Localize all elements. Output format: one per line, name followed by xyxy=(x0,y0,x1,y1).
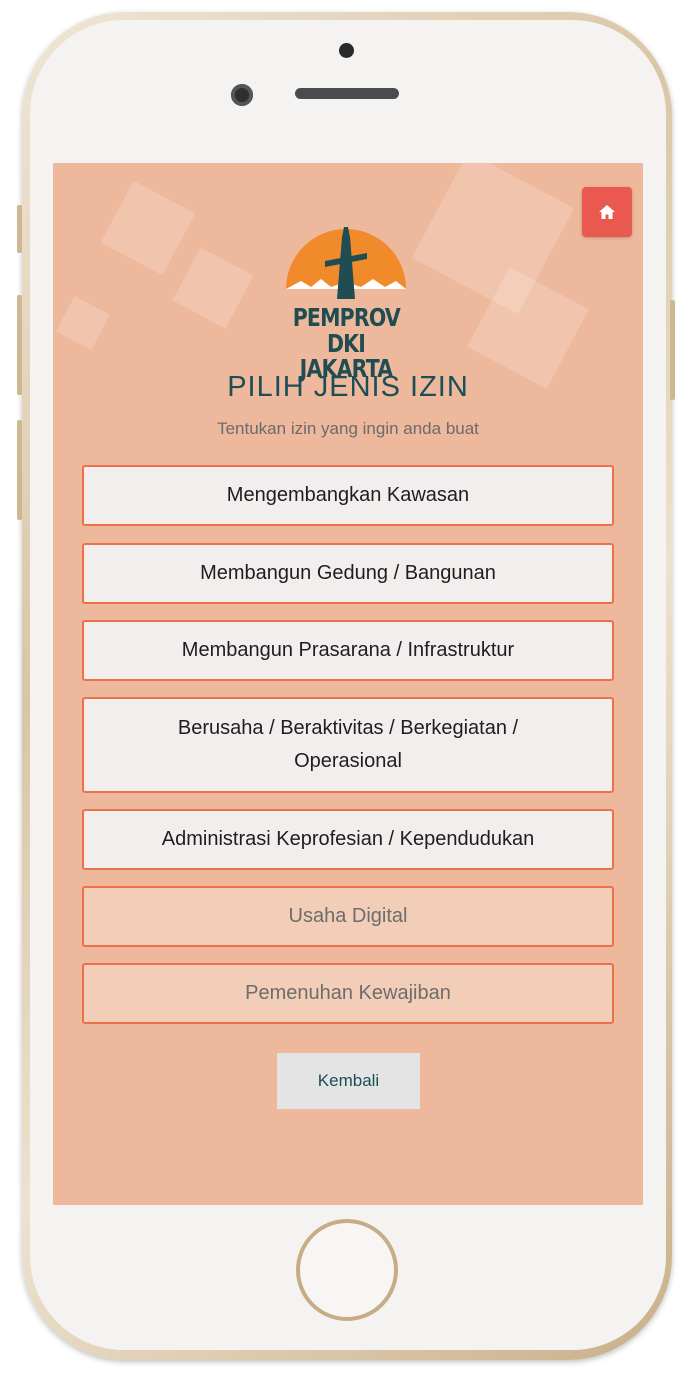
home-button[interactable] xyxy=(582,187,632,237)
page-subtitle: Tentukan izin yang ingin anda buat xyxy=(217,419,479,438)
front-sensor xyxy=(339,43,354,58)
option-label: Membangun Prasarana / Infrastruktur xyxy=(181,639,515,661)
home-icon xyxy=(599,205,615,219)
option-pemenuhan-kewajiban[interactable]: Pemenuhan Kewajiban xyxy=(82,963,614,1024)
logo-line-1: PEMPROV xyxy=(292,303,401,332)
pemprov-dki-logo: PEMPROV DKI JAKARTA xyxy=(281,209,411,381)
option-berusaha[interactable]: Berusaha / Beraktivitas / Berkegiatan / … xyxy=(82,697,614,793)
option-membangun-gedung[interactable]: Membangun Gedung / Bangunan xyxy=(82,543,614,604)
background-decoration xyxy=(172,247,254,329)
option-membangun-prasarana[interactable]: Membangun Prasarana / Infrastruktur xyxy=(82,620,614,681)
option-label: Administrasi Keprofesian / Kependudukan xyxy=(161,828,535,850)
option-administrasi[interactable]: Administrasi Keprofesian / Kependudukan xyxy=(82,809,614,870)
device-home-button[interactable] xyxy=(296,1219,398,1321)
option-usaha-digital[interactable]: Usaha Digital xyxy=(82,886,614,947)
mute-switch xyxy=(17,205,22,253)
app-screen: PEMPROV DKI JAKARTA PILIH JENIS IZIN Ten… xyxy=(53,163,643,1205)
back-button[interactable]: Kembali xyxy=(277,1053,420,1109)
earpiece-speaker xyxy=(295,88,399,99)
power-button xyxy=(670,300,675,400)
option-label: Membangun Gedung / Bangunan xyxy=(200,562,496,584)
option-label: Usaha Digital xyxy=(288,905,408,927)
option-label: Mengembangkan Kawasan xyxy=(226,484,470,506)
volume-down-button xyxy=(17,420,22,520)
option-label: Berusaha / Beraktivitas / Berkegiatan / … xyxy=(177,717,519,772)
front-camera xyxy=(231,84,253,106)
option-mengembangkan-kawasan[interactable]: Mengembangkan Kawasan xyxy=(82,465,614,526)
background-decoration xyxy=(100,180,196,276)
background-decoration xyxy=(55,295,111,351)
volume-up-button xyxy=(17,295,22,395)
option-label: Pemenuhan Kewajiban xyxy=(245,982,451,1004)
page-title: PILIH JENIS IZIN xyxy=(227,371,469,403)
monas-emblem xyxy=(286,227,406,299)
